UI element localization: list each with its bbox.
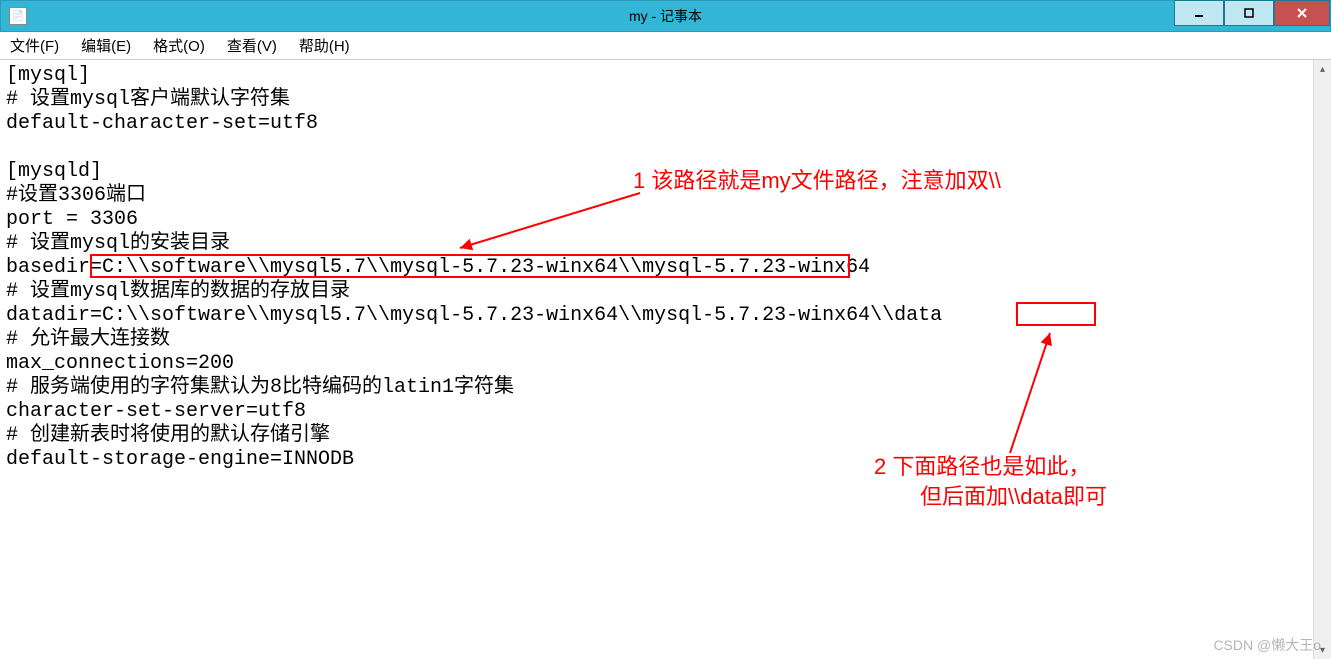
menu-help[interactable]: 帮助(H) <box>299 35 350 56</box>
text-line: [mysqld] <box>6 160 102 183</box>
text-line: # 创建新表时将使用的默认存储引擎 <box>6 424 330 447</box>
text-line: default-character-set=utf8 <box>6 112 318 135</box>
text-line: # 设置mysql数据库的数据的存放目录 <box>6 280 350 303</box>
menu-edit[interactable]: 编辑(E) <box>81 35 131 56</box>
text-line: #设置3306端口 <box>6 184 146 207</box>
scroll-up-icon[interactable]: ▴ <box>1314 60 1331 78</box>
text-line: # 设置mysql的安装目录 <box>6 232 230 255</box>
text-line: default-storage-engine=INNODB <box>6 448 354 471</box>
text-line: [mysql] <box>6 64 90 87</box>
editor-wrapper: [mysql] # 设置mysql客户端默认字符集 default-charac… <box>0 60 1331 659</box>
text-line: # 服务端使用的字符集默认为8比特编码的latin1字符集 <box>6 376 514 399</box>
text-line: port = 3306 <box>6 208 138 231</box>
text-line: basedir=C:\\software\\mysql5.7\\mysql-5.… <box>6 256 870 279</box>
vertical-scrollbar[interactable]: ▴ ▾ <box>1313 60 1331 659</box>
window-title: my - 记事本 <box>629 6 702 26</box>
text-line: max_connections=200 <box>6 352 234 375</box>
text-line: datadir=C:\\software\\mysql5.7\\mysql-5.… <box>6 304 942 327</box>
watermark: CSDN @懒大王o <box>1213 635 1321 655</box>
titlebar: 📄 my - 记事本 <box>0 0 1331 32</box>
menubar: 文件(F) 编辑(E) 格式(O) 查看(V) 帮助(H) <box>0 32 1331 60</box>
menu-view[interactable]: 查看(V) <box>227 35 277 56</box>
menu-file[interactable]: 文件(F) <box>10 35 59 56</box>
text-line: # 设置mysql客户端默认字符集 <box>6 88 290 111</box>
window-controls <box>1174 1 1330 31</box>
editor-area[interactable]: [mysql] # 设置mysql客户端默认字符集 default-charac… <box>0 60 1313 659</box>
notepad-icon: 📄 <box>9 7 27 25</box>
minimize-button[interactable] <box>1174 0 1224 26</box>
menu-format[interactable]: 格式(O) <box>153 35 205 56</box>
maximize-button[interactable] <box>1224 0 1274 26</box>
text-line: character-set-server=utf8 <box>6 400 306 423</box>
text-line: # 允许最大连接数 <box>6 328 170 351</box>
close-button[interactable] <box>1274 0 1330 26</box>
